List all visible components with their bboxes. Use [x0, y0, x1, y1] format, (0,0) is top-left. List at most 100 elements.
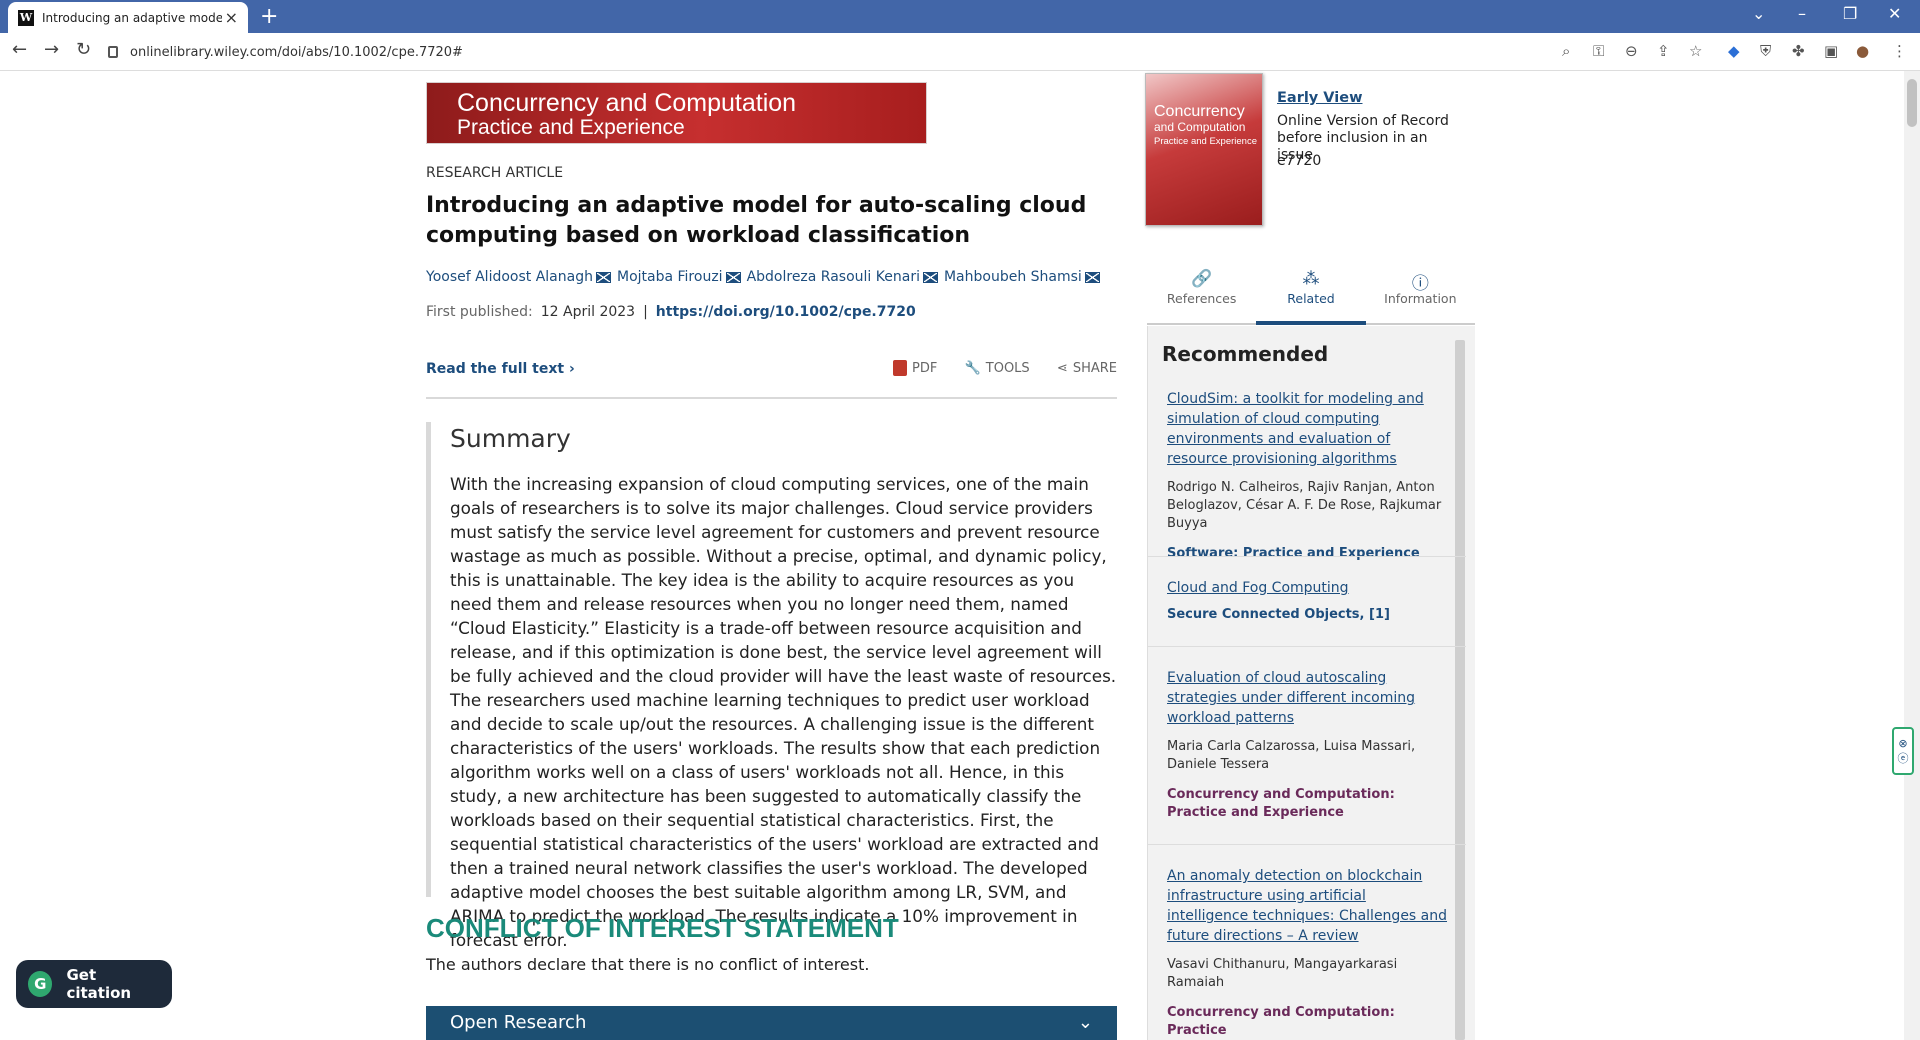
- close-window-button[interactable]: ✕: [1888, 4, 1901, 23]
- tools-button[interactable]: 🔧 TOOLS: [965, 360, 1030, 376]
- cover-title-line2: and Computation: [1154, 120, 1246, 134]
- tab-search-icon[interactable]: ⌄: [1752, 4, 1765, 23]
- journal-cover-image[interactable]: Concurrency and Computation Practice and …: [1145, 73, 1263, 226]
- recommended-journal[interactable]: Concurrency and Computation: Practice: [1167, 1004, 1447, 1040]
- early-view-link[interactable]: Early View: [1277, 90, 1362, 106]
- open-research-label: Open Research: [450, 1012, 587, 1033]
- list-item: Cloud and Fog Computing Secure Connected…: [1167, 578, 1447, 624]
- list-item: Evaluation of cloud autoscaling strategi…: [1167, 668, 1447, 822]
- browser-tab[interactable]: W Introducing an adaptive model fo ×: [8, 2, 248, 33]
- extension-icon[interactable]: ⓔ: [1898, 750, 1909, 766]
- recommended-title-link[interactable]: CloudSim: a toolkit for modeling and sim…: [1167, 389, 1447, 469]
- share-button[interactable]: ⋖ SHARE: [1057, 360, 1117, 376]
- close-tab-icon[interactable]: ×: [225, 8, 238, 27]
- tab-label: Related: [1287, 291, 1335, 306]
- minimize-button[interactable]: –: [1798, 4, 1806, 23]
- back-button[interactable]: ←: [12, 39, 27, 60]
- forward-button[interactable]: →: [44, 39, 59, 60]
- cover-subtitle: Practice and Experience: [1154, 136, 1257, 147]
- author[interactable]: Mahboubeh Shamsi: [944, 269, 1100, 285]
- extension-icon[interactable]: ◆: [1728, 42, 1740, 60]
- recommended-journal[interactable]: Software: Practice and Experience: [1167, 545, 1447, 563]
- tab-related[interactable]: ⁂ Related: [1256, 263, 1366, 325]
- recommended-journal[interactable]: Secure Connected Objects, [1]: [1167, 606, 1447, 624]
- author-name[interactable]: Abdolreza Rasouli Kenari: [747, 269, 920, 285]
- list-item: CloudSim: a toolkit for modeling and sim…: [1167, 389, 1447, 563]
- grammarly-icon: G: [28, 971, 53, 997]
- open-research-accordion[interactable]: Open Research ⌄: [426, 1006, 1117, 1040]
- wrench-icon: 🔧: [964, 360, 981, 376]
- banner-title: Concurrency and Computation: [457, 89, 797, 117]
- author[interactable]: Mojtaba Firouzi: [617, 269, 741, 285]
- journal-banner[interactable]: Concurrency and Computation Practice and…: [426, 82, 927, 144]
- recommended-panel: Recommended CloudSim: a toolkit for mode…: [1147, 326, 1475, 1040]
- recommended-authors: Vasavi Chithanuru, Mangayarkarasi Ramaia…: [1167, 957, 1398, 990]
- read-full-text-label: Read the full text: [426, 361, 565, 377]
- info-icon: ⓘ: [1411, 274, 1429, 294]
- cover-title-line1: Concurrency: [1154, 103, 1245, 120]
- zoom-icon[interactable]: ⊖: [1625, 42, 1638, 60]
- recommended-journal[interactable]: Concurrency and Computation: Practice an…: [1167, 786, 1447, 822]
- envelope-icon[interactable]: [725, 271, 741, 283]
- url-text: onlinelibrary.wiley.com/doi/abs/10.1002/…: [130, 44, 463, 60]
- key-icon[interactable]: ⚿: [1593, 42, 1604, 60]
- article-type: RESEARCH ARTICLE: [426, 165, 564, 181]
- get-citation-button[interactable]: G Get citation: [16, 960, 172, 1008]
- close-icon[interactable]: ⊗: [1898, 737, 1907, 750]
- search-icon[interactable]: ⌕: [1562, 42, 1570, 60]
- recommended-title-link[interactable]: Evaluation of cloud autoscaling strategi…: [1167, 668, 1447, 728]
- scrollbar-thumb[interactable]: [1907, 79, 1917, 127]
- author-name[interactable]: Mojtaba Firouzi: [617, 269, 723, 285]
- menu-icon[interactable]: ⋮: [1892, 42, 1907, 60]
- get-citation-label: Get citation: [66, 966, 132, 1002]
- browser-tab-bar: W Introducing an adaptive model fo × + ⌄…: [0, 0, 1920, 33]
- recommended-title-link[interactable]: An anomaly detection on blockchain infra…: [1167, 866, 1447, 946]
- article-number: e7720: [1277, 153, 1322, 169]
- doi-link[interactable]: https://doi.org/10.1002/cpe.7720: [656, 304, 916, 320]
- first-published-date: 12 April 2023: [540, 304, 636, 320]
- pdf-label: PDF: [912, 360, 938, 376]
- wiley-favicon-icon: W: [18, 9, 34, 26]
- reload-button[interactable]: ↻: [76, 39, 91, 60]
- read-full-text-link[interactable]: Read the full text ›: [426, 361, 575, 377]
- envelope-icon[interactable]: [1084, 271, 1100, 283]
- divider: [426, 397, 1117, 399]
- summary-accent-bar: [426, 422, 431, 897]
- author[interactable]: Yoosef Alidoost Alanagh: [426, 269, 611, 285]
- side-panel-icon[interactable]: ▣: [1824, 42, 1838, 60]
- page-content: Concurrency and Computation Practice and…: [0, 71, 1920, 1040]
- lock-icon: [108, 46, 118, 58]
- author-name[interactable]: Yoosef Alidoost Alanagh: [426, 269, 593, 285]
- bookmark-star-icon[interactable]: ☆: [1689, 42, 1702, 60]
- side-tabs: 🔗 References ⁂ Related ⓘ Information: [1147, 263, 1475, 325]
- list-item: An anomaly detection on blockchain infra…: [1167, 866, 1447, 1040]
- tab-information[interactable]: ⓘ Information: [1366, 263, 1475, 323]
- new-tab-button[interactable]: +: [260, 4, 278, 29]
- author-name[interactable]: Mahboubeh Shamsi: [944, 269, 1082, 285]
- recommended-title-link[interactable]: Cloud and Fog Computing: [1167, 578, 1447, 598]
- envelope-icon[interactable]: [595, 271, 611, 283]
- page-scrollbar[interactable]: [1904, 71, 1920, 1040]
- avatar[interactable]: ●: [1856, 42, 1869, 60]
- coi-heading: CONFLICT OF INTEREST STATEMENT: [426, 913, 899, 943]
- article-title: Introducing an adaptive model for auto-s…: [426, 193, 1087, 248]
- tab-references[interactable]: 🔗 References: [1147, 263, 1256, 323]
- tab-label: Information: [1384, 291, 1457, 306]
- article-actions: PDF 🔧 TOOLS ⋖ SHARE: [893, 360, 1117, 376]
- puzzle-icon[interactable]: ✤: [1792, 42, 1805, 60]
- coi-text: The authors declare that there is no con…: [426, 955, 870, 974]
- address-bar[interactable]: onlinelibrary.wiley.com/doi/abs/10.1002/…: [108, 37, 1570, 67]
- restore-button[interactable]: ❐: [1843, 4, 1857, 23]
- side-widget[interactable]: ⊗ ⓔ: [1892, 727, 1914, 775]
- shield-icon[interactable]: ⛨: [1760, 42, 1771, 60]
- author[interactable]: Abdolreza Rasouli Kenari: [747, 269, 938, 285]
- envelope-icon[interactable]: [922, 271, 938, 283]
- summary-text: With the increasing expansion of cloud c…: [450, 474, 1117, 950]
- share-icon[interactable]: ⇪: [1657, 42, 1670, 60]
- pdf-icon: [893, 360, 907, 376]
- author-list: Yoosef Alidoost Alanagh Mojtaba Firouzi …: [426, 269, 1100, 285]
- panel-scrollbar[interactable]: [1455, 340, 1465, 1040]
- browser-toolbar: ← → ↻ onlinelibrary.wiley.com/doi/abs/10…: [0, 33, 1920, 71]
- chevron-down-icon: ⌄: [1077, 1012, 1093, 1033]
- pdf-button[interactable]: PDF: [893, 360, 937, 376]
